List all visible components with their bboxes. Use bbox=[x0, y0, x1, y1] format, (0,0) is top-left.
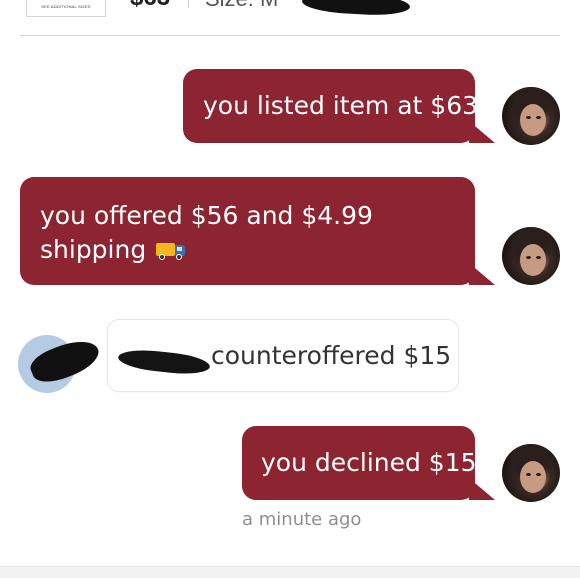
message-bubble-offered: you offered $56 and $4.99 shipping bbox=[20, 177, 475, 285]
avatar-eye bbox=[526, 256, 531, 259]
listing-price: $63 bbox=[130, 0, 170, 12]
avatar-face bbox=[520, 104, 546, 136]
avatar-face bbox=[520, 244, 546, 276]
message-bubble-declined: you declined $15 bbox=[242, 426, 477, 500]
message-text-shipping: shipping bbox=[40, 235, 147, 264]
avatar-eye bbox=[536, 116, 541, 119]
bubble-tail bbox=[469, 121, 495, 143]
thumbnail-caption: SEE ADDITIONAL SIZES bbox=[41, 4, 91, 9]
message-bubble-listed: you listed item at $63 bbox=[183, 69, 479, 143]
bubble-tail bbox=[469, 478, 495, 500]
bubble-tail bbox=[469, 263, 495, 285]
message-text-line1: you offered $56 and $4.99 bbox=[40, 201, 373, 230]
message-text: you listed item at $63 bbox=[203, 91, 479, 120]
redaction-mark bbox=[301, 0, 411, 17]
avatar-eye bbox=[526, 473, 531, 476]
divider bbox=[188, 0, 189, 8]
message-timestamp: a minute ago bbox=[242, 509, 362, 530]
bottom-bar bbox=[0, 566, 580, 578]
avatar-face bbox=[520, 461, 546, 493]
message-text: counteroffered $15 bbox=[211, 341, 452, 370]
listing-size: Size: M bbox=[205, 0, 278, 12]
listing-thumbnail[interactable]: SEE ADDITIONAL SIZES bbox=[26, 0, 106, 17]
avatar-eye bbox=[526, 116, 531, 119]
seller-avatar[interactable] bbox=[502, 444, 560, 502]
header-divider bbox=[20, 35, 560, 36]
seller-avatar[interactable] bbox=[502, 87, 560, 145]
avatar-eye bbox=[536, 256, 541, 259]
message-text-line2: shipping bbox=[40, 233, 475, 267]
avatar-eye bbox=[536, 473, 541, 476]
delivery-truck-icon bbox=[156, 239, 186, 261]
message-text: you declined $15 bbox=[261, 448, 477, 477]
listing-header[interactable]: SEE ADDITIONAL SIZES $63 Size: M bbox=[0, 0, 580, 36]
offer-conversation: SEE ADDITIONAL SIZES $63 Size: M you lis… bbox=[0, 0, 580, 578]
seller-avatar[interactable] bbox=[502, 227, 560, 285]
